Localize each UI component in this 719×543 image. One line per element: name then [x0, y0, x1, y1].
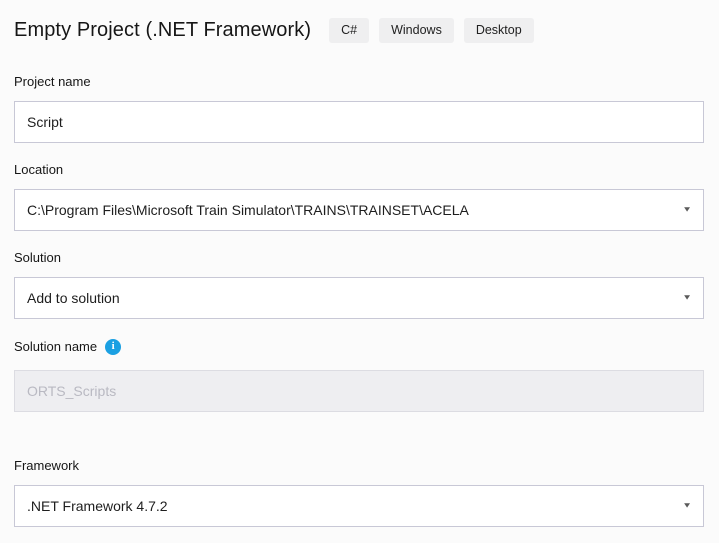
- header: Empty Project (.NET Framework) C# Window…: [14, 0, 704, 44]
- info-icon[interactable]: i: [105, 339, 121, 355]
- project-name-group: Project name: [14, 73, 704, 143]
- solution-name-input: [14, 370, 704, 412]
- framework-value: .NET Framework 4.7.2: [27, 498, 168, 514]
- configure-project-dialog: Empty Project (.NET Framework) C# Window…: [0, 0, 719, 543]
- location-label-row: Location: [14, 161, 704, 178]
- framework-group: Framework .NET Framework 4.7.2 ▼: [14, 457, 704, 527]
- template-tags: C# Windows Desktop: [329, 18, 534, 43]
- tag-language: C#: [329, 18, 369, 43]
- tag-platform: Windows: [379, 18, 454, 43]
- solution-name-label-row: Solution name i: [14, 338, 704, 355]
- project-name-label: Project name: [14, 73, 91, 90]
- solution-label: Solution: [14, 249, 61, 266]
- solution-label-row: Solution: [14, 249, 704, 266]
- project-name-label-row: Project name: [14, 73, 704, 90]
- solution-name-group: Solution name i: [14, 338, 704, 412]
- page-title: Empty Project (.NET Framework): [14, 19, 311, 42]
- location-combo[interactable]: C:\Program Files\Microsoft Train Simulat…: [14, 189, 704, 231]
- location-value: C:\Program Files\Microsoft Train Simulat…: [27, 202, 469, 218]
- framework-label-row: Framework: [14, 457, 704, 474]
- project-name-input[interactable]: [14, 101, 704, 143]
- location-group: Location C:\Program Files\Microsoft Trai…: [14, 161, 704, 231]
- framework-combo[interactable]: .NET Framework 4.7.2 ▼: [14, 485, 704, 527]
- tag-project-type: Desktop: [464, 18, 534, 43]
- framework-label: Framework: [14, 457, 79, 474]
- solution-group: Solution Add to solution ▼: [14, 249, 704, 319]
- solution-combo[interactable]: Add to solution ▼: [14, 277, 704, 319]
- location-label: Location: [14, 161, 63, 178]
- chevron-down-icon: ▼: [682, 294, 692, 302]
- chevron-down-icon: ▼: [682, 206, 692, 214]
- chevron-down-icon: ▼: [682, 502, 692, 510]
- solution-name-label: Solution name: [14, 338, 97, 355]
- solution-value: Add to solution: [27, 290, 120, 306]
